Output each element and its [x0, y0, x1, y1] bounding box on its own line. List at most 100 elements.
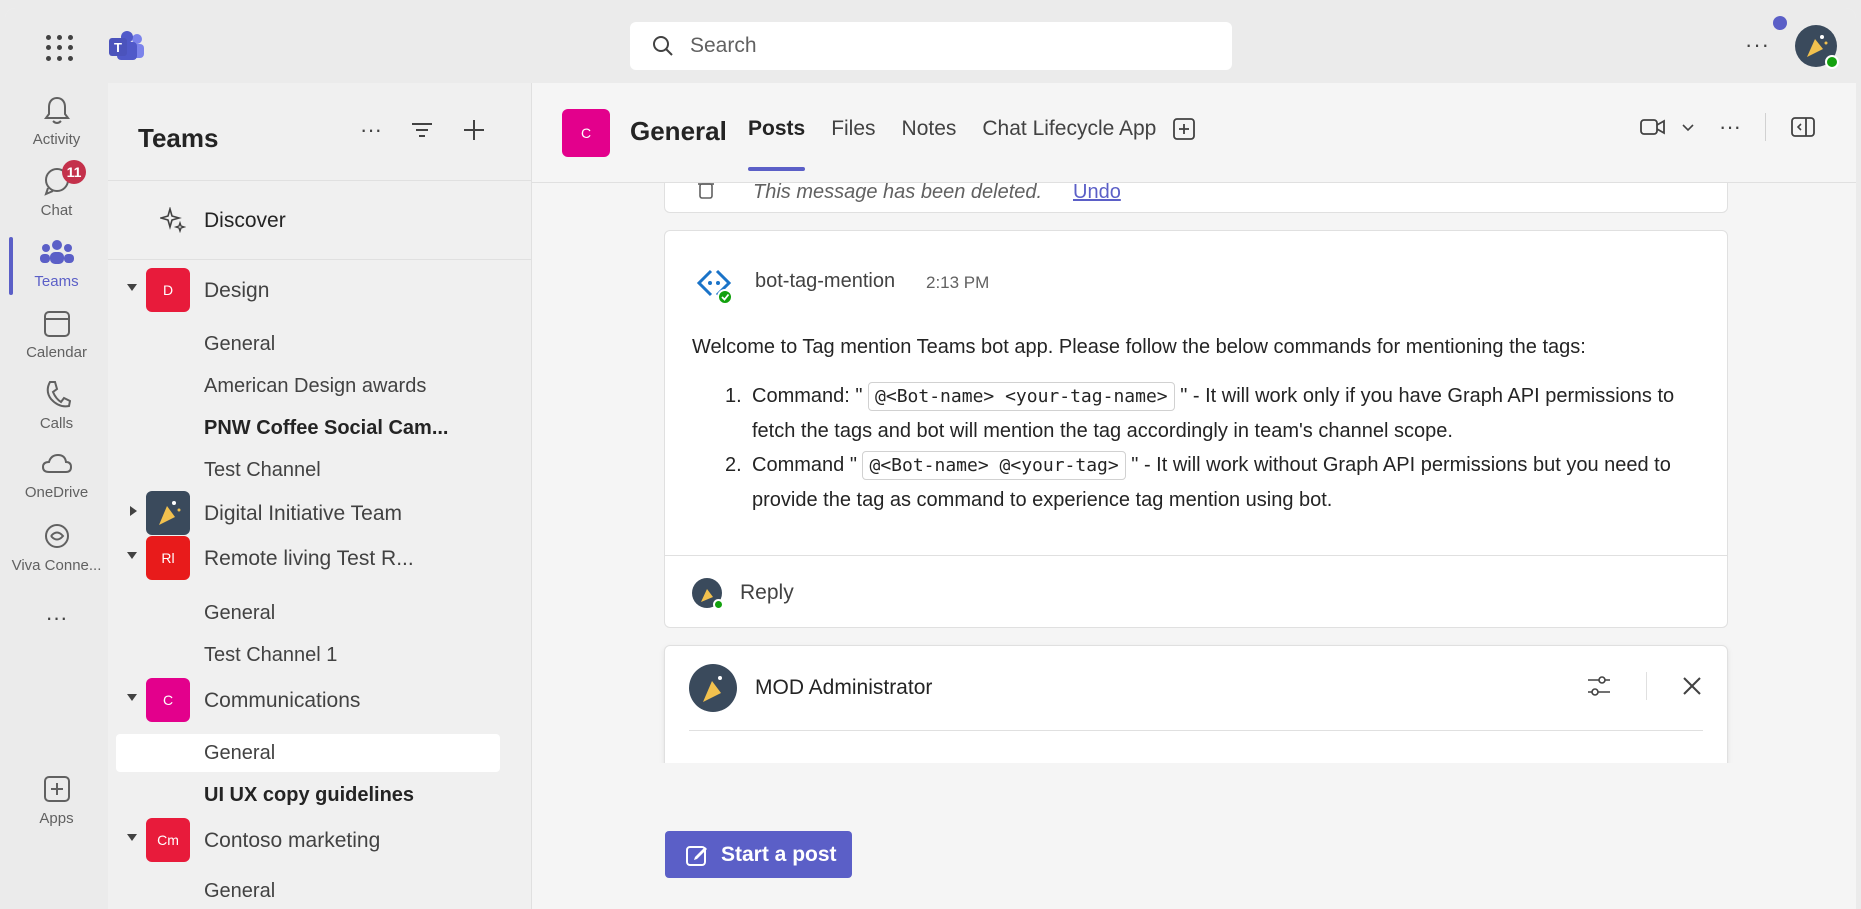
team-communications[interactable]: C Communications [108, 678, 532, 722]
command-prefix: Command: " [752, 385, 863, 407]
channel-ui-ux-copy-guidelines[interactable]: UI UX copy guidelines [116, 776, 500, 814]
team-name: Digital Initiative Team [204, 502, 403, 525]
teams-icon [39, 240, 74, 264]
rail-item-calls[interactable]: Calls [5, 367, 108, 447]
sparkle-icon [160, 207, 186, 233]
channel-american-design-awards[interactable]: American Design awards [116, 367, 500, 405]
presence-notification-dot [1773, 16, 1787, 30]
video-call-icon[interactable] [1639, 116, 1667, 138]
deleted-message-card: This message has been deleted. Undo [664, 183, 1728, 213]
svg-text:T: T [114, 40, 122, 55]
rail-item-teams[interactable]: Teams [5, 225, 108, 305]
open-panel-icon[interactable] [1790, 116, 1816, 138]
search-input[interactable]: Search [630, 22, 1232, 70]
discover-link[interactable]: Discover [108, 180, 532, 260]
compose-divider [689, 730, 1703, 731]
tab-notes[interactable]: Notes [902, 117, 957, 141]
teams-logo-icon: T [109, 31, 144, 60]
teams-window: T Search ··· Activity Chat 11 Teams Cale… [5, 8, 1856, 909]
tab-posts[interactable]: Posts [748, 117, 806, 171]
bell-icon [43, 96, 70, 124]
rail-item-onedrive[interactable]: OneDrive [5, 438, 108, 518]
bot-message-card: bot-tag-mention 2:13 PM Welcome to Tag m… [664, 230, 1728, 628]
party-popper-icon [159, 501, 181, 525]
divider [1646, 672, 1647, 700]
add-app-icon [43, 776, 70, 802]
close-icon[interactable] [1681, 675, 1703, 697]
team-remote-living[interactable]: Rl Remote living Test R... [108, 536, 532, 580]
channel-general[interactable]: General [116, 594, 500, 632]
more-options-icon[interactable]: ··· [360, 117, 382, 143]
channel-header: C General Posts Files Notes Chat Lifecyc… [532, 83, 1856, 183]
calendar-icon [43, 311, 70, 337]
tab-files[interactable]: Files [831, 117, 875, 141]
add-tab-icon[interactable] [1172, 117, 1196, 141]
compose-box: MOD Administrator [664, 645, 1728, 763]
start-post-button[interactable]: Start a post [665, 831, 852, 878]
available-status-icon [713, 599, 724, 610]
undo-link[interactable]: Undo [1073, 183, 1121, 204]
compose-author-name: MOD Administrator [755, 676, 933, 699]
panel-actions: ··· [360, 117, 486, 143]
deleted-message-text: This message has been deleted. [753, 183, 1043, 203]
command-prefix: Command " [752, 454, 857, 476]
message-author: bot-tag-mention [755, 270, 896, 292]
command-item-2: 2. Command " @<Bot-name> @<your-tag> " -… [725, 448, 1705, 517]
app-launcher-icon[interactable] [43, 32, 75, 64]
chevron-down-icon[interactable] [1681, 122, 1695, 132]
team-digital-initiative[interactable]: Digital Initiative Team [108, 491, 532, 535]
compose-icon [686, 845, 707, 866]
title-bar: T Search ··· [5, 8, 1856, 83]
expand-caret-icon[interactable] [127, 694, 137, 701]
channel-test-channel-1[interactable]: Test Channel 1 [116, 636, 500, 674]
rail-item-chat[interactable]: Chat 11 [5, 154, 108, 234]
rail-label: Activity [32, 131, 81, 148]
rail-item-activity[interactable]: Activity [5, 83, 108, 163]
tab-chat-lifecycle-app[interactable]: Chat Lifecycle App [982, 117, 1156, 141]
team-avatar: Rl [146, 536, 190, 580]
rail-label: Chat [40, 202, 73, 219]
rail-label: Viva Conne... [11, 557, 102, 574]
cloud-icon [41, 453, 72, 473]
rail-item-viva-connections[interactable]: Viva Conne... [5, 509, 108, 589]
channel-view: C General Posts Files Notes Chat Lifecyc… [532, 83, 1856, 909]
rail-item-calendar[interactable]: Calendar [5, 296, 108, 376]
team-contoso-marketing[interactable]: Cm Contoso marketing [108, 818, 532, 862]
chat-unread-badge: 11 [62, 160, 86, 184]
channel-general[interactable]: General [116, 872, 500, 909]
channel-team-avatar: C [562, 109, 610, 157]
rail-label: OneDrive [24, 484, 89, 501]
rail-item-apps[interactable]: Apps [5, 762, 108, 842]
start-post-label: Start a post [721, 842, 837, 866]
channel-test-channel[interactable]: Test Channel [116, 451, 500, 489]
compose-tools [1586, 672, 1703, 700]
team-design[interactable]: D Design [108, 268, 532, 312]
profile-avatar[interactable] [1795, 25, 1839, 69]
expand-caret-icon[interactable] [127, 834, 137, 841]
settings-sliders-icon[interactable] [1586, 674, 1612, 698]
more-options-icon[interactable]: ··· [1719, 114, 1741, 140]
team-name: Remote living Test R... [204, 547, 414, 570]
command-code: @<Bot-name> <your-tag-name> [868, 382, 1175, 411]
message-timestamp: 2:13 PM [926, 273, 990, 292]
reply-bar[interactable]: Reply [665, 555, 1727, 627]
compose-author-avatar [689, 664, 737, 712]
rail-label: Calls [39, 415, 74, 432]
rail-more-apps-icon[interactable]: ··· [5, 591, 108, 671]
team-avatar: Cm [146, 818, 190, 862]
channel-general-selected[interactable]: General [116, 734, 500, 772]
collapsed-caret-icon[interactable] [130, 506, 137, 516]
filter-icon[interactable] [410, 120, 434, 140]
message-body: Welcome to Tag mention Teams bot app. Pl… [692, 336, 1586, 358]
expand-caret-icon[interactable] [127, 284, 137, 291]
more-options-icon[interactable]: ··· [1745, 32, 1770, 58]
search-icon [653, 36, 673, 56]
divider [1765, 113, 1766, 141]
channel-general[interactable]: General [116, 325, 500, 363]
add-icon[interactable] [462, 118, 486, 142]
available-status-icon [1825, 55, 1839, 69]
reply-button[interactable]: Reply [740, 581, 794, 605]
channel-pnw-coffee-social[interactable]: PNW Coffee Social Cam... [116, 409, 500, 447]
team-avatar [146, 491, 190, 535]
expand-caret-icon[interactable] [127, 552, 137, 559]
